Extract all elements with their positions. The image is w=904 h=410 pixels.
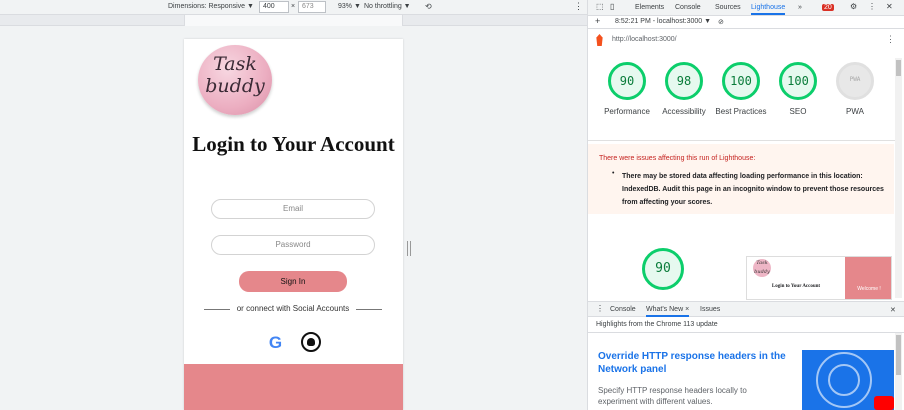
performance-gauge[interactable]: 90 [608, 62, 646, 100]
drawer-highlight-bar: Highlights from the Chrome 113 update [588, 317, 904, 333]
thumb-logo: Task buddy [753, 259, 771, 277]
thumb-welcome: Welcome ! [845, 257, 891, 299]
settings-icon[interactable]: ⚙ [850, 2, 857, 11]
report-selector[interactable]: 8:52:21 PM - localhost:3000 ▼ [615, 18, 711, 25]
devtools-panel: ⬚ ▯ Elements Console Sources Lighthouse … [587, 0, 904, 410]
tab-sources[interactable]: Sources [715, 4, 741, 11]
warning-body: There may be stored data affecting loadi… [622, 173, 884, 206]
drawer-highlight-text: Highlights from the Chrome 113 update [596, 321, 718, 328]
warning-heading: There were issues affecting this run of … [599, 155, 756, 162]
seo-label: SEO [789, 107, 807, 116]
drawer-tab-issues[interactable]: Issues [700, 306, 720, 313]
rotate-icon[interactable]: ⟲ [425, 2, 432, 11]
drawer-close-icon[interactable]: ✕ [890, 306, 896, 314]
times-sign: × [291, 3, 296, 10]
github-icon[interactable] [301, 332, 321, 352]
drawer-scrollbar[interactable] [895, 333, 902, 410]
clear-icon[interactable]: ⊘ [718, 18, 724, 26]
dimensions-dropdown[interactable]: Dimensions: Responsive ▼ [168, 3, 254, 10]
google-icon[interactable]: G [266, 333, 285, 352]
news-video-thumbnail[interactable] [802, 350, 894, 410]
lighthouse-toolbar: + 8:52:21 PM - localhost:3000 ▼ ⊘ [588, 16, 904, 29]
logo-line-1: Task [213, 53, 257, 75]
pwa-label: PWA [846, 107, 864, 116]
accessibility-gauge[interactable]: 98 [665, 62, 703, 100]
report-menu-icon[interactable]: ⋮ [886, 34, 895, 45]
best-practices-label: Best Practices [715, 107, 767, 116]
tab-more[interactable]: » [798, 4, 802, 11]
pwa-gauge[interactable]: PWA [836, 62, 874, 100]
menu-icon[interactable]: ⋮ [868, 2, 876, 11]
zoom-dropdown[interactable]: 93% ▼ [338, 3, 361, 10]
logo-line-2: buddy [205, 75, 265, 97]
page-title: Login to Your Account [192, 132, 395, 156]
devtools-tabs: ⬚ ▯ Elements Console Sources Lighthouse … [588, 0, 904, 16]
social-text: or connect with Social Accounts [236, 304, 350, 313]
email-field[interactable]: Email [211, 199, 375, 219]
report-scrollbar[interactable] [895, 58, 902, 298]
report-url[interactable]: http://localhost:3000/ [612, 36, 677, 43]
media-query-ruler [0, 15, 587, 26]
drawer-tab-console[interactable]: Console [610, 306, 636, 313]
height-input[interactable]: 673 [298, 1, 326, 13]
sign-in-button[interactable]: Sign In [239, 271, 347, 292]
resize-handle[interactable] [407, 241, 411, 256]
issues-badge[interactable]: 20 [822, 4, 834, 11]
taskbuddy-logo: Task buddy [198, 45, 272, 115]
page-screenshot-thumbnail[interactable]: Task buddy Login to Your Account Welcome… [746, 256, 892, 300]
tab-elements[interactable]: Elements [635, 4, 664, 11]
seo-gauge[interactable]: 100 [779, 62, 817, 100]
inspect-icon[interactable]: ⬚ [596, 2, 604, 11]
add-report-icon[interactable]: + [595, 16, 600, 26]
news-body: Specify HTTP response headers locally to… [598, 386, 747, 406]
warning-box: There were issues affecting this run of … [588, 144, 894, 214]
device-stage: Task buddy Login to Your Account Email P… [0, 26, 587, 410]
tab-console[interactable]: Console [675, 4, 701, 11]
lighthouse-icon [596, 34, 603, 46]
warning-bullet: • [612, 170, 615, 177]
password-field[interactable]: Password [211, 235, 375, 255]
performance-detail-gauge: 90 [642, 248, 684, 290]
best-practices-gauge[interactable]: 100 [722, 62, 760, 100]
drawer-tab-whats-new[interactable]: What's New × [646, 306, 690, 317]
youtube-icon [874, 396, 894, 410]
tab-lighthouse[interactable]: Lighthouse [751, 4, 786, 15]
width-input[interactable]: 400 [259, 1, 289, 13]
device-viewport: Task buddy Login to Your Account Email P… [184, 39, 403, 410]
thumb-title: Login to Your Account [771, 284, 821, 289]
device-toggle-icon[interactable]: ▯ [610, 2, 614, 11]
more-options-icon[interactable]: ⋮ [574, 1, 583, 12]
drawer-menu-icon[interactable]: ⋮ [596, 304, 604, 313]
divider [588, 140, 898, 141]
device-toolbar: Dimensions: Responsive ▼ 400 × 673 93% ▼… [0, 0, 587, 15]
performance-label: Performance [604, 107, 650, 116]
drawer-tabs: ⋮ Console What's New × Issues ✕ [588, 301, 904, 317]
footer-band [184, 364, 403, 410]
news-title-link[interactable]: Override HTTP response headers in the Ne… [598, 350, 788, 376]
social-divider: or connect with Social Accounts [204, 304, 382, 314]
accessibility-label: Accessibility [662, 107, 706, 116]
throttle-dropdown[interactable]: No throttling ▼ [364, 3, 411, 10]
report-url-bar: http://localhost:3000/ ⋮ [588, 30, 904, 50]
close-icon[interactable]: ✕ [886, 2, 893, 11]
issues-count: 20 [822, 4, 834, 11]
